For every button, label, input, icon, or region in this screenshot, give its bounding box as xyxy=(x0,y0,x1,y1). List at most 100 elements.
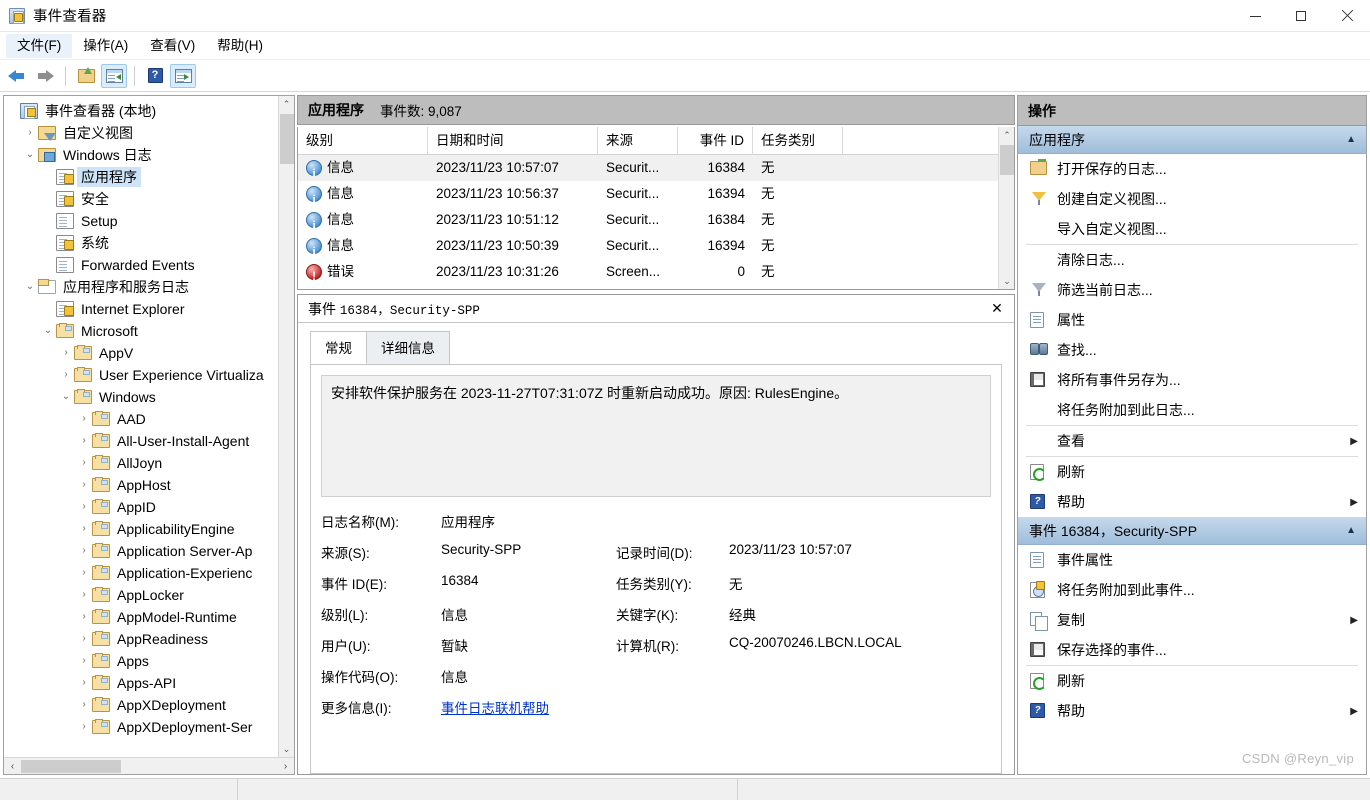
column-header-event-id[interactable]: 事件 ID xyxy=(678,127,753,155)
tree-node[interactable]: › AppID xyxy=(4,496,278,518)
tree-node[interactable]: ›Internet Explorer xyxy=(4,298,278,320)
action-item[interactable]: 保存选择的事件... xyxy=(1018,635,1366,665)
tree-node[interactable]: › AppV xyxy=(4,342,278,364)
tree-node[interactable]: › AppModel-Runtime xyxy=(4,606,278,628)
tab-general[interactable]: 常规 xyxy=(310,331,367,364)
column-header-date[interactable]: 日期和时间 xyxy=(428,127,598,155)
tree-collapse-icon[interactable]: ⌄ xyxy=(22,276,38,298)
tree-node[interactable]: › AppXDeployment-Ser xyxy=(4,716,278,738)
tree-node[interactable]: › AAD xyxy=(4,408,278,430)
chevron-up-icon[interactable]: ▲ xyxy=(1346,525,1356,536)
action-item[interactable]: 将任务附加到此事件... xyxy=(1018,575,1366,605)
help-button[interactable]: ? xyxy=(142,64,168,88)
action-item[interactable]: 复制 ▶ xyxy=(1018,605,1366,635)
action-item[interactable]: ? 帮助 ▶ xyxy=(1018,487,1366,517)
tree-expand-icon[interactable]: › xyxy=(76,562,92,584)
tree-node[interactable]: ⌄ Microsoft xyxy=(4,320,278,342)
tree-expand-icon[interactable]: › xyxy=(76,584,92,606)
tree-node[interactable]: › AppHost xyxy=(4,474,278,496)
tree-scroll-down-icon[interactable]: ⌄ xyxy=(278,741,294,757)
tree-expand-icon[interactable]: › xyxy=(76,540,92,562)
menu-help[interactable]: 帮助(H) xyxy=(206,34,274,58)
tree-scroll-right-icon[interactable]: › xyxy=(277,758,294,775)
event-list-scroll-up-icon[interactable]: ⌃ xyxy=(999,127,1014,143)
event-list-scroll-down-icon[interactable]: ⌄ xyxy=(999,273,1014,289)
tree-node[interactable]: › AppLocker xyxy=(4,584,278,606)
event-list-vertical-scrollbar[interactable]: ⌃ ⌄ xyxy=(998,127,1014,289)
action-item[interactable]: 刷新 xyxy=(1018,457,1366,487)
tree-node[interactable]: ›应用程序 xyxy=(4,166,278,188)
tree-node[interactable]: › Application-Experienc xyxy=(4,562,278,584)
tree-scroll-left-icon[interactable]: ‹ xyxy=(4,758,21,775)
submenu-arrow-icon[interactable]: ▶ xyxy=(1350,706,1366,717)
table-row[interactable]: 信息 2023/11/23 10:50:39 Securit... 16394 无 xyxy=(298,233,998,259)
tree-node[interactable]: ›安全 xyxy=(4,188,278,210)
tree-node[interactable]: › 自定义视图 xyxy=(4,122,278,144)
action-item[interactable]: 清除日志... xyxy=(1018,245,1366,275)
tree-expand-icon[interactable]: › xyxy=(76,650,92,672)
tree-node[interactable]: ›Setup xyxy=(4,210,278,232)
tree-node[interactable]: › Apps-API xyxy=(4,672,278,694)
tree-expand-icon[interactable]: › xyxy=(76,518,92,540)
tree-expand-icon[interactable]: › xyxy=(76,716,92,738)
tree-expand-icon[interactable]: › xyxy=(76,474,92,496)
table-row[interactable]: 信息 2023/11/23 10:51:12 Securit... 16384 无 xyxy=(298,207,998,233)
console-tree[interactable]: ›事件查看器 (本地)›自定义视图⌄Windows 日志›应用程序›安全›Set… xyxy=(4,96,278,757)
open-folder-button[interactable] xyxy=(73,64,99,88)
tree-expand-icon[interactable]: › xyxy=(76,672,92,694)
tree-expand-icon[interactable]: › xyxy=(22,122,38,144)
action-item[interactable]: 刷新 xyxy=(1018,666,1366,696)
submenu-arrow-icon[interactable]: ▶ xyxy=(1350,436,1366,447)
tree-node[interactable]: › AppXDeployment xyxy=(4,694,278,716)
forward-button[interactable] xyxy=(32,64,58,88)
tree-horizontal-scrollbar[interactable]: ‹ › xyxy=(4,757,294,774)
action-item[interactable]: ? 帮助 ▶ xyxy=(1018,696,1366,726)
action-item[interactable]: 打开保存的日志... xyxy=(1018,154,1366,184)
action-item[interactable]: 导入自定义视图... xyxy=(1018,214,1366,244)
action-item[interactable]: 将任务附加到此日志... xyxy=(1018,395,1366,425)
tree-node[interactable]: › User Experience Virtualiza xyxy=(4,364,278,386)
tree-node[interactable]: ⌄ Windows xyxy=(4,386,278,408)
tab-details[interactable]: 详细信息 xyxy=(366,331,450,364)
column-header-task-category[interactable]: 任务类别 xyxy=(753,127,843,155)
tree-expand-icon[interactable]: › xyxy=(76,606,92,628)
tree-collapse-icon[interactable]: ⌄ xyxy=(58,386,74,408)
maximize-button[interactable] xyxy=(1278,0,1324,32)
action-item[interactable]: 筛选当前日志... xyxy=(1018,275,1366,305)
tree-node[interactable]: › AllJoyn xyxy=(4,452,278,474)
actions-group-header[interactable]: 事件 16384，Security-SPP ▲ xyxy=(1018,517,1366,545)
show-hide-tree-pane-button[interactable] xyxy=(101,63,127,88)
tree-expand-icon[interactable]: › xyxy=(58,364,74,386)
event-list-scroll-thumb[interactable] xyxy=(1000,145,1014,175)
table-row[interactable]: 信息 2023/11/23 10:56:37 Securit... 16394 无 xyxy=(298,181,998,207)
tree-node[interactable]: › Apps xyxy=(4,650,278,672)
tree-expand-icon[interactable]: › xyxy=(76,408,92,430)
submenu-arrow-icon[interactable]: ▶ xyxy=(1350,615,1366,626)
submenu-arrow-icon[interactable]: ▶ xyxy=(1350,497,1366,508)
action-item[interactable]: 查找... xyxy=(1018,335,1366,365)
tree-node[interactable]: ⌄ 应用程序和服务日志 xyxy=(4,276,278,298)
tree-expand-icon[interactable]: › xyxy=(76,694,92,716)
close-button[interactable] xyxy=(1324,0,1370,32)
tree-expand-icon[interactable]: › xyxy=(76,628,92,650)
action-item[interactable]: 将所有事件另存为... xyxy=(1018,365,1366,395)
menu-file[interactable]: 文件(F) xyxy=(6,33,73,58)
tree-node[interactable]: › AppReadiness xyxy=(4,628,278,650)
tree-node[interactable]: ›Forwarded Events xyxy=(4,254,278,276)
actions-group-header[interactable]: 应用程序 ▲ xyxy=(1018,126,1366,154)
tree-node[interactable]: › All-User-Install-Agent xyxy=(4,430,278,452)
tree-node[interactable]: ›事件查看器 (本地) xyxy=(4,100,278,122)
tree-node[interactable]: ⌄ Windows 日志 xyxy=(4,144,278,166)
event-log-online-help-link[interactable]: 事件日志联机帮助 xyxy=(441,701,549,716)
tree-expand-icon[interactable]: › xyxy=(76,496,92,518)
event-detail-close-icon[interactable]: ✕ xyxy=(988,300,1006,318)
tree-collapse-icon[interactable]: ⌄ xyxy=(40,320,56,342)
tree-expand-icon[interactable]: › xyxy=(76,452,92,474)
column-header-level[interactable]: 级别 xyxy=(298,127,428,155)
tree-hscroll-thumb[interactable] xyxy=(21,760,121,773)
action-item[interactable]: 事件属性 xyxy=(1018,545,1366,575)
column-header-source[interactable]: 来源 xyxy=(598,127,678,155)
tree-vertical-scrollbar[interactable]: ⌃ ⌄ xyxy=(278,96,294,757)
tree-node[interactable]: › ApplicabilityEngine xyxy=(4,518,278,540)
tree-scroll-up-icon[interactable]: ⌃ xyxy=(278,96,294,112)
